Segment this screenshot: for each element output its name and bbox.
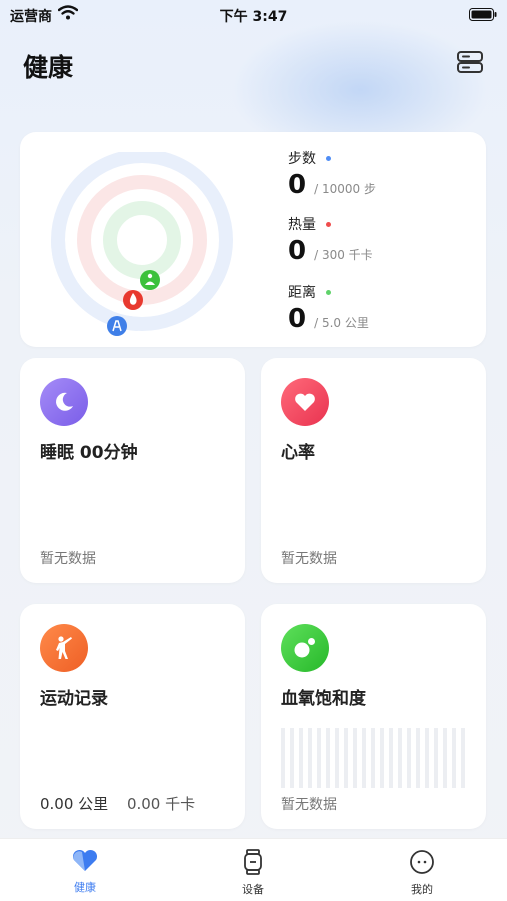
sleep-status: 暂无数据 xyxy=(40,551,96,567)
calories-dot xyxy=(326,221,331,227)
sleep-icon-badge xyxy=(40,378,88,426)
sleep-title: 睡眠 00分钟 xyxy=(40,443,138,463)
tab-device-label: 设备 xyxy=(242,883,264,896)
steps-ring-icon xyxy=(140,270,160,290)
activity-rings xyxy=(50,152,233,336)
exercise-calories: 0.00 千卡 xyxy=(126,795,196,813)
steps-label: 步数 xyxy=(288,151,316,167)
status-bar: 运营商 下午 3:47 xyxy=(0,0,507,28)
steps-dot xyxy=(326,155,331,161)
distance-target: / 5.0 公里 xyxy=(314,316,369,330)
distance-ring-icon xyxy=(107,316,127,336)
heart-icon-badge xyxy=(281,378,329,426)
sleep-card[interactable]: 睡眠 00分钟 暂无数据 xyxy=(20,358,245,583)
steps-stat: 步数 0 / 10000 步 xyxy=(288,148,376,200)
oxygen-bubble-icon xyxy=(294,638,315,658)
heart-icon xyxy=(295,393,315,411)
page-title: 健康 xyxy=(23,53,74,82)
blood-oxygen-placeholder-chart xyxy=(281,728,465,788)
tab-bar: 健康 设备 我的 xyxy=(0,838,507,901)
calories-stat: 热量 0 / 300 千卡 xyxy=(288,214,373,266)
distance-value: 0 xyxy=(288,304,307,334)
heart-tab-icon xyxy=(72,849,98,871)
heart-rate-card[interactable]: 心率 暂无数据 xyxy=(261,358,486,583)
calorie-ring-icon xyxy=(123,290,143,310)
tab-mine[interactable]: 我的 xyxy=(382,849,462,897)
calories-label: 热量 xyxy=(288,217,316,233)
distance-stat: 距离 0 / 5.0 公里 xyxy=(288,282,369,334)
menu-button[interactable] xyxy=(456,50,484,78)
blood-oxygen-icon-badge xyxy=(281,624,329,672)
distance-label: 距离 xyxy=(288,285,316,301)
watch-icon xyxy=(244,849,262,875)
activity-card[interactable]: 步数 0 / 10000 步 热量 0 / 300 千卡 距离 0 / 5.0 公里 xyxy=(20,132,486,347)
distance-dot xyxy=(326,289,331,295)
tab-mine-label: 我的 xyxy=(411,883,433,896)
blood-oxygen-card[interactable]: 血氧饱和度 暂无数据 xyxy=(261,604,486,829)
moon-icon xyxy=(56,392,73,411)
blood-oxygen-title: 血氧饱和度 xyxy=(281,689,366,709)
clock-time: 下午 3:47 xyxy=(219,9,288,25)
blood-oxygen-status: 暂无数据 xyxy=(281,797,337,813)
heart-rate-title: 心率 xyxy=(281,443,315,463)
heart-rate-status: 暂无数据 xyxy=(281,551,337,567)
exercise-summary: 0.00 公里 0.00 千卡 xyxy=(40,793,195,814)
tab-health[interactable]: 健康 xyxy=(45,849,125,895)
battery-icon xyxy=(469,8,497,25)
exercise-icon-badge xyxy=(40,624,88,672)
tab-device[interactable]: 设备 xyxy=(213,849,293,897)
calories-value: 0 xyxy=(288,236,307,266)
tab-health-label: 健康 xyxy=(74,881,96,894)
calories-target: / 300 千卡 xyxy=(314,248,373,262)
exercise-card[interactable]: 运动记录 0.00 公里 0.00 千卡 xyxy=(20,604,245,829)
steps-value: 0 xyxy=(288,170,307,200)
exercise-distance: 0.00 公里 xyxy=(40,795,109,813)
steps-target: / 10000 步 xyxy=(314,182,376,196)
server-icon xyxy=(457,51,483,73)
profile-face-icon xyxy=(410,850,434,874)
exercise-title: 运动记录 xyxy=(40,689,108,709)
runner-icon xyxy=(56,636,72,659)
